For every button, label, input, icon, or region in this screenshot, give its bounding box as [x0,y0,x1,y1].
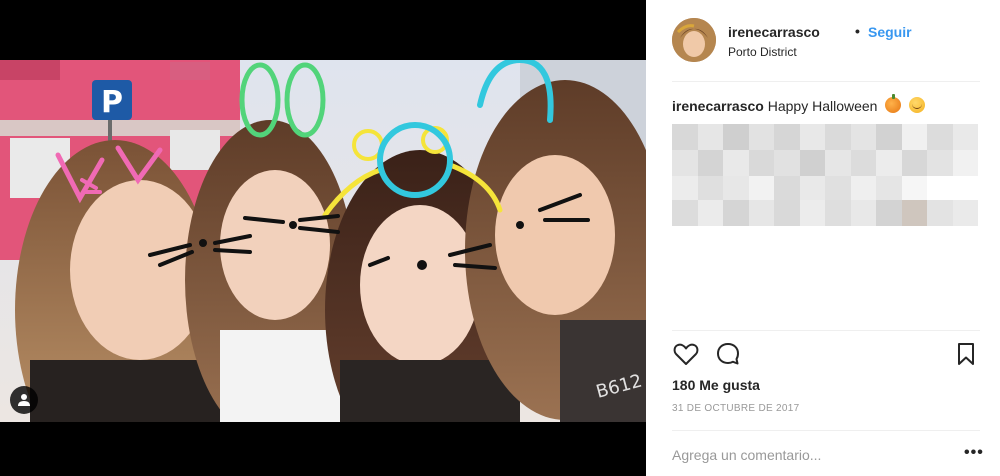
blurred-comment [672,200,978,226]
blurred-comment [672,176,978,202]
post-date: 31 DE OCTUBRE DE 2017 [672,403,800,414]
caption-text: Happy Halloween [767,98,878,114]
comment-icon[interactable] [714,340,742,368]
post-photo[interactable]: P B612 [0,60,646,422]
heart-icon[interactable] [672,340,700,368]
person-icon[interactable] [10,386,38,414]
post-header: irenecarrasco • Seguir Porto District [672,18,988,68]
separator-dot: • [855,23,860,39]
caption-username-link[interactable]: irenecarrasco [672,98,764,114]
comment-input[interactable] [672,444,922,466]
post-actions [672,340,980,368]
parking-sign-text: P [101,85,123,120]
photo-illustration: P B612 [0,60,646,422]
bookmark-icon[interactable] [952,340,980,368]
blurred-comment [672,150,978,176]
username-link[interactable]: irenecarrasco [728,24,820,40]
comment-divider [672,430,980,431]
caption: irenecarrasco Happy Halloween [672,94,926,114]
relieved-face-icon [909,97,926,113]
actions-divider [672,330,980,331]
pumpkin-icon [885,94,902,113]
location-link[interactable]: Porto District [728,45,797,59]
more-options-icon[interactable]: ••• [964,444,984,462]
likes-count[interactable]: 180 Me gusta [672,377,760,393]
follow-button[interactable]: Seguir [868,24,912,40]
avatar[interactable] [672,18,716,62]
header-divider [672,81,980,82]
post-sidebar: irenecarrasco • Seguir Porto District ir… [646,0,1000,476]
post-media: P B612 [0,0,646,476]
blurred-comment [672,124,978,150]
